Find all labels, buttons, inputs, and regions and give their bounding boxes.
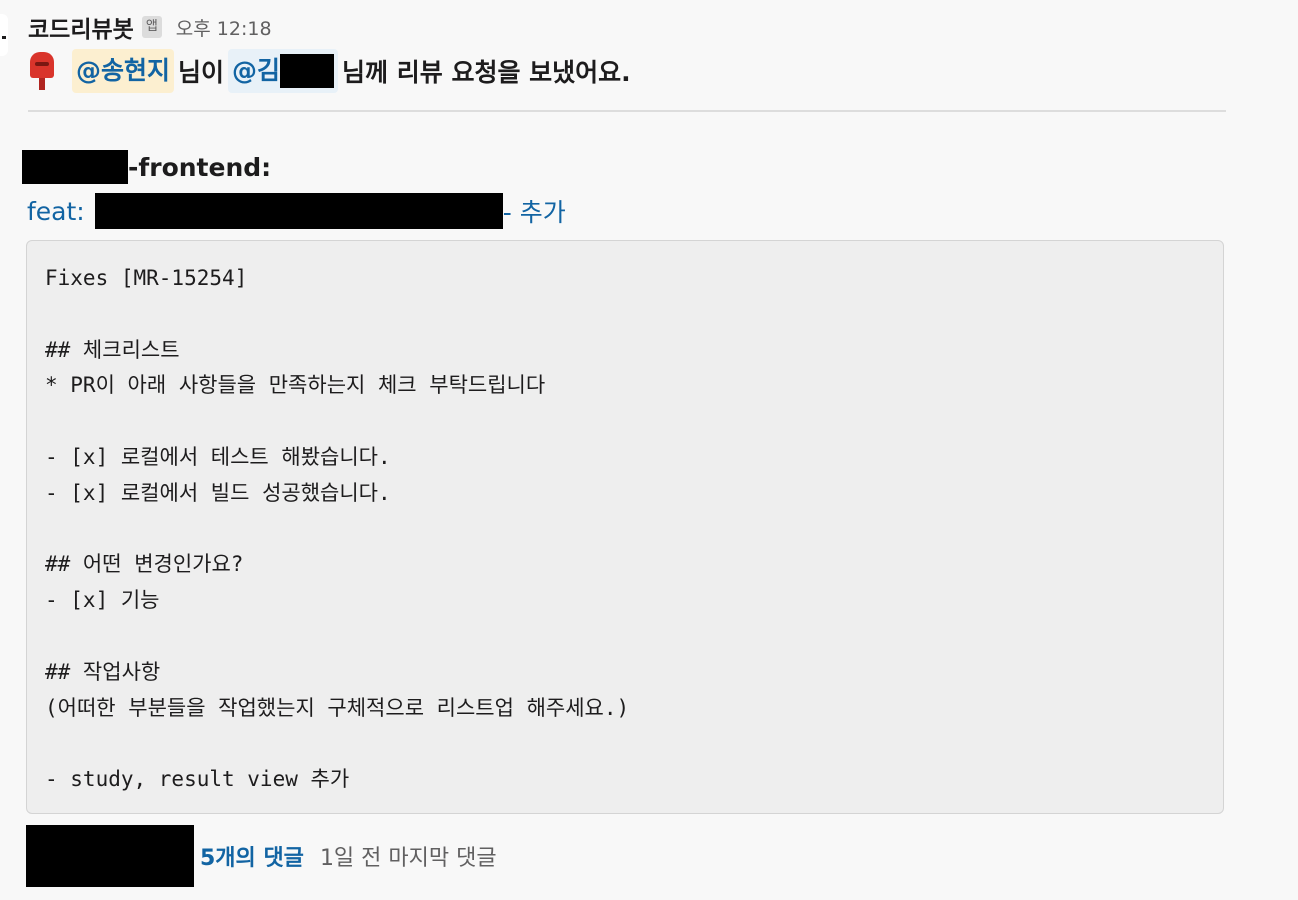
code-line: - study, result view 추가 <box>45 767 350 792</box>
code-line: Fixes [MR-15254] <box>45 266 248 290</box>
thread-summary[interactable]: 5개의 댓글 1일 전 마지막 댓글 <box>26 825 497 887</box>
code-line: - [x] 로컬에서 빌드 성공했습니다. <box>45 480 391 505</box>
code-line: - [x] 기능 <box>45 588 160 613</box>
code-line: (어떠한 부분들을 작업했는지 구체적으로 리스트업 해주세요.) <box>45 695 630 720</box>
mention-reviewer[interactable]: @김 <box>228 49 339 93</box>
repo-name-suffix: -frontend: <box>128 152 272 182</box>
last-reply-time: 1일 전 마지막 댓글 <box>319 846 497 871</box>
repo-name: -frontend: <box>22 150 271 184</box>
pr-title-suffix: - 추가 <box>502 198 566 227</box>
redacted-name <box>280 54 335 88</box>
mention-requester[interactable]: @송현지 <box>72 49 175 93</box>
replies-count-link[interactable]: 5개의 댓글 <box>200 840 304 872</box>
review-request-line: @송현지 님이 @김 님께 리뷰 요청을 보냈어요. <box>26 46 1226 96</box>
message-header: 코드리뷰봇 앱 오후 12:18 <box>28 8 1226 46</box>
redacted-pr-title <box>94 193 503 229</box>
request-text-1: 님이 <box>178 58 225 87</box>
pr-title-prefix: feat: <box>27 196 85 226</box>
pr-description-code-block: Fixes [MR-15254] ## 체크리스트 * PR이 아래 사항들을 … <box>26 240 1224 814</box>
message: 코드리뷰봇 앱 오후 12:18 @송현지 님이 @김 님께 리뷰 요청을 보냈… <box>28 8 1226 96</box>
code-line: - [x] 로컬에서 테스트 해봤습니다. <box>45 444 391 469</box>
message-timestamp[interactable]: 오후 12:18 <box>176 14 272 41</box>
app-badge: 앱 <box>141 16 162 38</box>
attachment-divider <box>28 110 1226 112</box>
redacted-reply-avatars <box>26 825 194 887</box>
code-line: ## 어떤 변경인가요? <box>45 552 244 577</box>
code-line: ## 체크리스트 <box>45 337 180 362</box>
code-line: ## 작업사항 <box>45 659 161 684</box>
redacted-repo-prefix <box>22 150 128 184</box>
request-text-2: 님께 리뷰 요청을 보냈어요. <box>342 58 631 87</box>
partial-avatar[interactable] <box>0 14 8 56</box>
pr-title-link[interactable]: feat: - 추가 <box>27 192 566 230</box>
code-line: * PR이 아래 사항들을 만족하는지 체크 부탁드립니다 <box>45 373 546 398</box>
mention-reviewer-label: @김 <box>232 56 281 85</box>
postbox-icon <box>26 50 58 92</box>
sender-name[interactable]: 코드리뷰봇 <box>28 10 134 44</box>
